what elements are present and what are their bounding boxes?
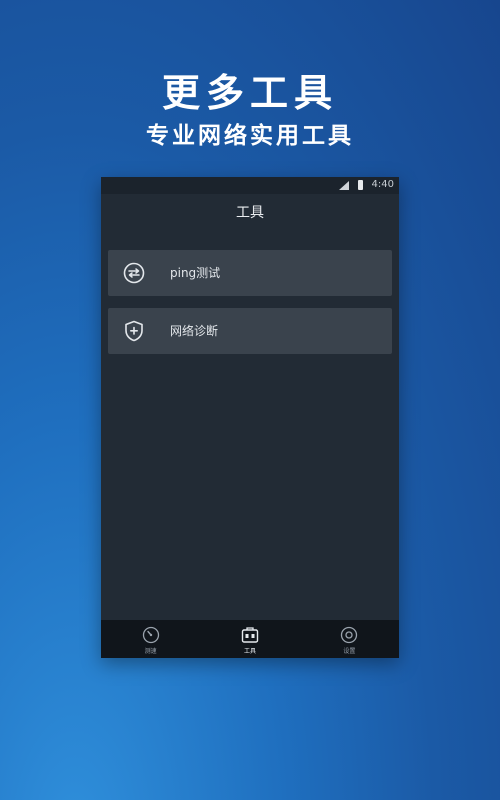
tool-label-ping: ping测试 xyxy=(170,266,221,280)
battery-icon xyxy=(358,180,363,190)
bottom-nav: 测速 工具 设置 xyxy=(101,620,399,658)
tool-item-ping[interactable]: ping测试 xyxy=(108,250,392,296)
promo-subtitle: 专业网络实用工具 xyxy=(146,123,354,149)
gear-icon xyxy=(341,626,358,644)
status-bar: 4:40 xyxy=(101,177,399,194)
page-title: 工具 xyxy=(236,205,264,221)
tool-label-network-diagnosis: 网络诊断 xyxy=(170,324,219,338)
nav-label-settings: 设置 xyxy=(343,648,356,655)
nav-item-settings[interactable]: 设置 xyxy=(300,620,399,658)
signal-icon xyxy=(339,181,349,190)
shield-plus-icon xyxy=(125,320,143,342)
speedometer-icon xyxy=(142,626,159,644)
promo-title: 更多工具 xyxy=(161,71,338,115)
phone-screen: 4:40 工具 ping测试 网络诊断 测速 工具 设置 xyxy=(101,177,399,658)
ping-swap-icon xyxy=(123,262,145,284)
nav-item-tools[interactable]: 工具 xyxy=(200,620,299,658)
status-time: 4:40 xyxy=(371,179,394,190)
tool-item-network-diagnosis[interactable]: 网络诊断 xyxy=(108,308,392,354)
nav-label-speed-test: 测速 xyxy=(144,648,157,655)
nav-item-speed-test[interactable]: 测速 xyxy=(101,620,200,658)
nav-label-tools: 工具 xyxy=(243,648,256,655)
toolbox-icon xyxy=(241,627,259,643)
